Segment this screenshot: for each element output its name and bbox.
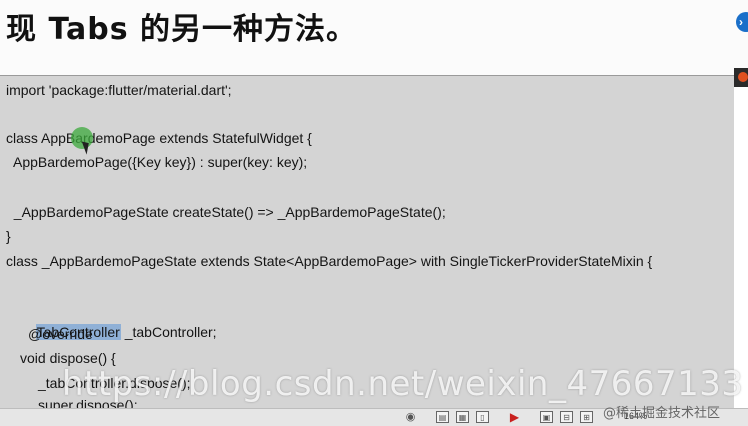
code-line: import 'package:flutter/material.dart'; bbox=[6, 82, 232, 98]
slide-sorter-icon[interactable]: ▦ bbox=[456, 411, 469, 423]
zoom-in-icon[interactable]: ⊞ bbox=[580, 411, 593, 423]
slide-title-area: 现 Tabs 的另一种方法。 bbox=[0, 0, 748, 75]
slide-title: 现 Tabs 的另一种方法。 bbox=[6, 12, 358, 47]
code-line: } bbox=[6, 228, 11, 244]
normal-view-icon[interactable]: ▤ bbox=[436, 411, 449, 423]
fit-icon[interactable]: ▣ bbox=[540, 411, 553, 423]
code-line: class _AppBardemoPageState extends State… bbox=[6, 253, 653, 269]
code-line: AppBardemoPage({Key key}) : super(key: k… bbox=[6, 154, 308, 170]
watermark: https://blog.csdn.net/weixin_47667133 bbox=[62, 364, 744, 404]
code-line: _AppBardemoPageState createState() => _A… bbox=[6, 204, 446, 220]
zoom-out-icon[interactable]: ⊟ bbox=[560, 411, 573, 423]
slideshow-icon[interactable]: ▶ bbox=[508, 411, 521, 423]
code-text: _tabController; bbox=[120, 324, 217, 340]
eye-icon[interactable]: ◉ bbox=[404, 411, 417, 423]
record-icon[interactable] bbox=[738, 72, 748, 82]
code-line: TabController _tabController; bbox=[20, 299, 217, 340]
reading-view-icon[interactable]: ▯ bbox=[476, 411, 489, 423]
code-line: class AppBardemoPage extends StatefulWid… bbox=[6, 130, 312, 146]
code-panel: import 'package:flutter/material.dart'; … bbox=[0, 75, 734, 408]
source-badge: @稀土掘金技术社区 bbox=[603, 406, 721, 421]
code-line: @override bbox=[28, 326, 93, 342]
